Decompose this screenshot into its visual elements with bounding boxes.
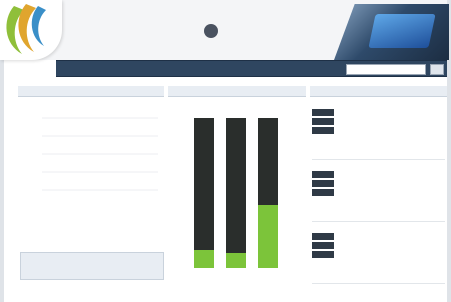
search-input[interactable] — [346, 64, 426, 75]
device-screen — [368, 14, 436, 48]
site-header — [0, 0, 449, 60]
entry-field — [312, 241, 445, 250]
field-value — [334, 127, 445, 134]
list-item[interactable] — [312, 224, 445, 284]
field-key — [312, 109, 334, 116]
bar-segment — [258, 205, 278, 268]
entry-field — [312, 232, 445, 241]
field-key — [312, 171, 334, 178]
field-key — [312, 251, 334, 258]
field-key — [312, 127, 334, 134]
header-link[interactable] — [64, 36, 114, 45]
right-panel — [310, 86, 447, 302]
header-link[interactable] — [64, 18, 114, 27]
chart-background — [20, 100, 162, 224]
entry-field — [312, 117, 445, 126]
page — [0, 0, 449, 302]
search-icon[interactable] — [430, 64, 444, 75]
line-chart — [20, 100, 162, 224]
entry-field — [312, 108, 445, 117]
hero-device-image — [334, 4, 449, 60]
field-value — [334, 109, 445, 116]
field-key — [312, 189, 334, 196]
bar-segment — [194, 250, 214, 268]
entry-field — [312, 126, 445, 135]
entry-field — [312, 188, 445, 197]
footer-text — [58, 284, 138, 292]
stacked-bar-chart — [194, 118, 278, 268]
bar-segment — [226, 118, 246, 253]
chart-caption — [38, 216, 158, 224]
field-key — [312, 118, 334, 125]
panel-title — [168, 86, 306, 97]
field-value — [334, 180, 445, 187]
crescent-logo-icon[interactable] — [0, 0, 62, 60]
list-item[interactable] — [312, 100, 445, 160]
entry-field — [312, 170, 445, 179]
field-value — [334, 233, 445, 240]
left-panel — [18, 86, 164, 302]
field-value — [334, 251, 445, 258]
entry-field — [312, 179, 445, 188]
brand[interactable] — [204, 22, 314, 48]
header-link[interactable] — [64, 27, 114, 36]
entry-field — [312, 250, 445, 259]
field-key — [312, 180, 334, 187]
bar-segment — [194, 118, 214, 250]
field-value — [334, 118, 445, 125]
emblem-icon — [204, 24, 218, 38]
info-box — [20, 252, 164, 280]
header-links — [64, 18, 114, 45]
entry-description — [312, 135, 445, 147]
list-item[interactable] — [312, 162, 445, 222]
note-link[interactable] — [20, 238, 140, 246]
entry-description — [312, 197, 445, 209]
panel-title — [18, 86, 164, 97]
field-value — [334, 171, 445, 178]
field-value — [334, 189, 445, 196]
field-key — [312, 242, 334, 249]
entry-description — [312, 259, 445, 271]
panel-title — [310, 86, 447, 97]
field-key — [312, 233, 334, 240]
note-link[interactable] — [174, 292, 274, 300]
bar-segment — [258, 118, 278, 205]
field-value — [334, 242, 445, 249]
bar-segment — [226, 253, 246, 268]
main-nav — [56, 60, 447, 77]
middle-panel — [168, 86, 306, 302]
